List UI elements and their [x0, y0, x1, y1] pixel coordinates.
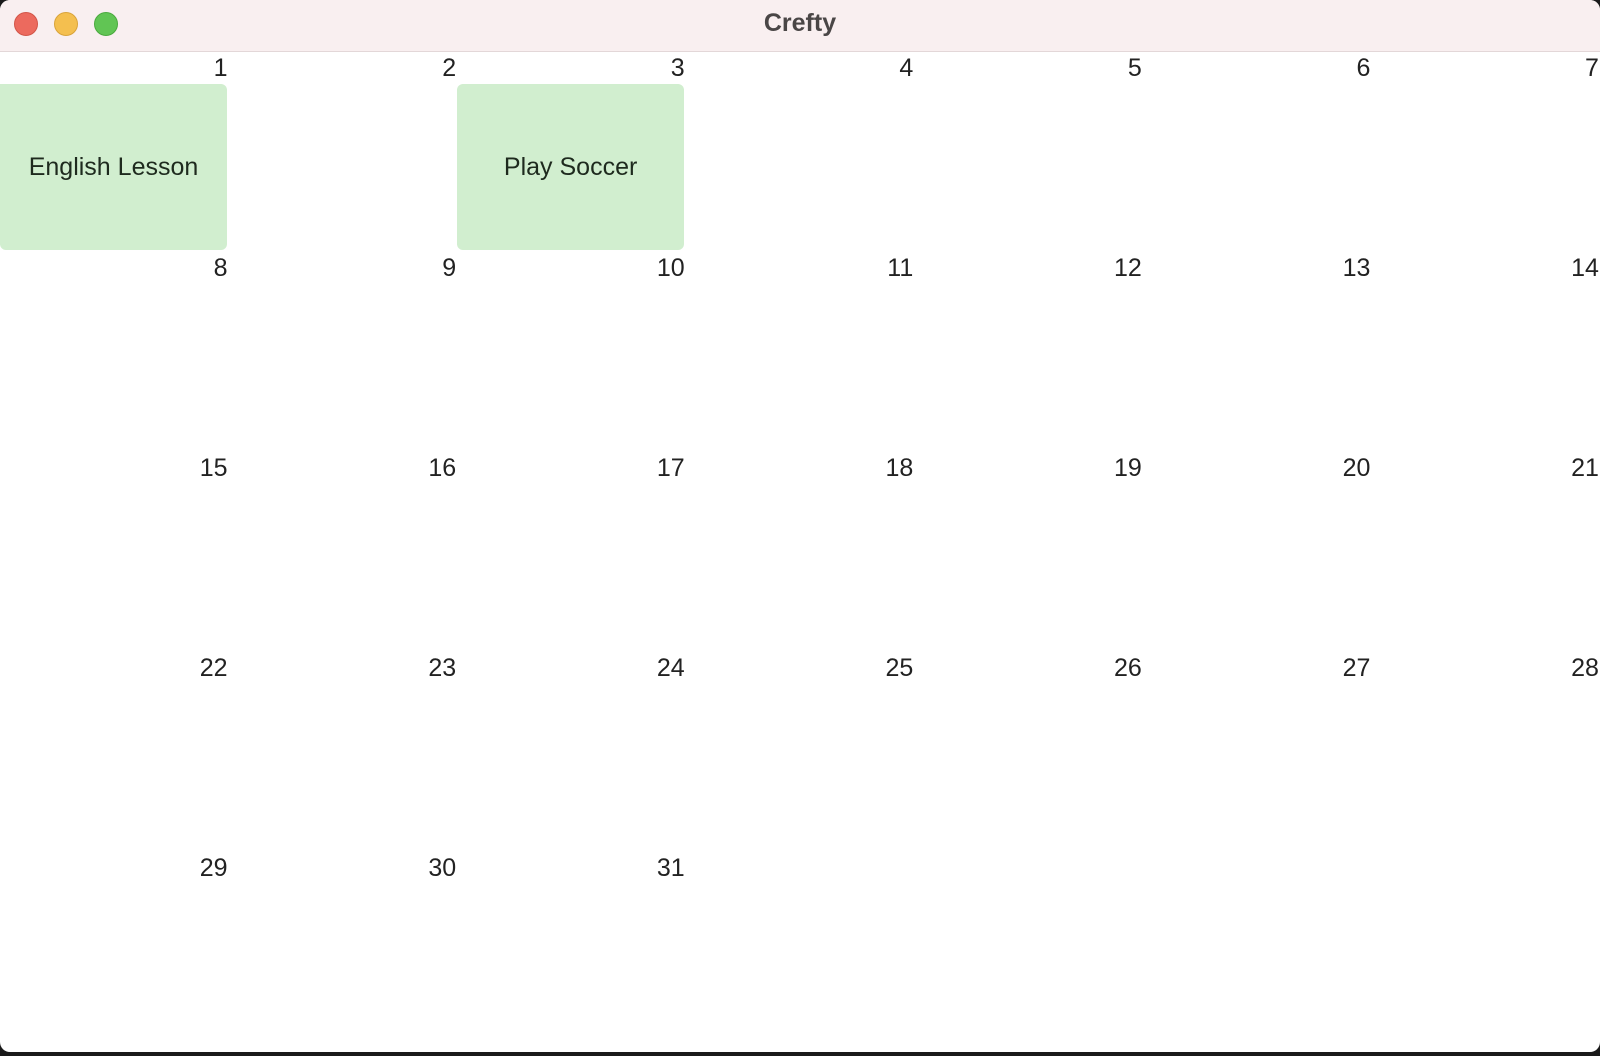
day-cell[interactable]: 24 — [457, 652, 686, 852]
day-number: 29 — [199, 854, 228, 882]
day-cell[interactable]: 25 — [686, 652, 915, 852]
day-cell[interactable]: 23 — [229, 652, 458, 852]
day-cell[interactable]: 5 — [914, 52, 1143, 252]
day-number: 27 — [1342, 654, 1371, 682]
day-number: 1 — [213, 54, 228, 82]
day-cell[interactable]: 18 — [686, 452, 915, 652]
day-cell[interactable]: 30 — [229, 852, 458, 1052]
day-number: 8 — [213, 254, 228, 282]
day-number: 7 — [1585, 54, 1599, 82]
titlebar: Crefty — [0, 0, 1600, 52]
day-number: 24 — [656, 654, 685, 682]
day-number: 12 — [1114, 254, 1142, 282]
day-number: 25 — [885, 654, 914, 682]
day-cell[interactable]: 17 — [457, 452, 686, 652]
day-cell[interactable]: 26 — [914, 652, 1143, 852]
empty-cell — [914, 852, 1143, 1052]
day-cell[interactable]: 15 — [0, 452, 229, 652]
day-cell[interactable]: 20 — [1143, 452, 1372, 652]
day-number: 21 — [1571, 454, 1599, 482]
day-cell[interactable]: 2 — [229, 52, 458, 252]
day-cell[interactable]: 9 — [229, 252, 458, 452]
day-cell[interactable]: 29 — [0, 852, 229, 1052]
window-title: Crefty — [763, 9, 837, 37]
day-number: 28 — [1571, 654, 1599, 682]
day-cell[interactable]: English Lesson 1 — [0, 52, 229, 252]
day-number: 16 — [428, 454, 457, 482]
empty-cell — [1371, 852, 1600, 1052]
day-number: 9 — [442, 254, 457, 282]
day-number: 30 — [428, 854, 457, 882]
day-number: 18 — [885, 454, 914, 482]
day-cell[interactable]: 8 — [0, 252, 229, 452]
day-number: 26 — [1114, 654, 1142, 682]
day-number: 15 — [199, 454, 228, 482]
day-number: 6 — [1356, 54, 1371, 82]
day-cell[interactable]: 13 — [1143, 252, 1372, 452]
day-number: 22 — [199, 654, 228, 682]
day-number: 5 — [1127, 54, 1142, 82]
day-cell[interactable]: 16 — [229, 452, 458, 652]
day-cell[interactable]: 11 — [686, 252, 915, 452]
empty-cell — [686, 852, 915, 1052]
day-cell[interactable]: 21 — [1371, 452, 1600, 652]
calendar-grid: English Lesson 1 2 Play Soccer 3 4 5 6 7… — [0, 52, 1600, 1052]
day-number: 2 — [442, 54, 457, 82]
day-cell[interactable]: 10 — [457, 252, 686, 452]
day-number: 14 — [1571, 254, 1599, 282]
day-number: 19 — [1114, 454, 1142, 482]
empty-cell — [1143, 852, 1372, 1052]
day-cell[interactable]: 28 — [1371, 652, 1600, 852]
app-window: Crefty English Lesson 1 2 Play Soccer 3 … — [0, 0, 1600, 1052]
day-number: 23 — [428, 654, 457, 682]
day-number: 13 — [1342, 254, 1371, 282]
day-cell[interactable]: 14 — [1371, 252, 1600, 452]
day-cell[interactable]: 31 — [457, 852, 686, 1052]
day-cell[interactable]: 22 — [0, 652, 229, 852]
day-cell[interactable]: 12 — [914, 252, 1143, 452]
day-number: 11 — [887, 254, 914, 282]
day-number: 31 — [656, 854, 685, 882]
day-cell[interactable]: 27 — [1143, 652, 1372, 852]
event-play-soccer[interactable]: Play Soccer — [457, 84, 685, 250]
day-number: 10 — [656, 254, 685, 282]
day-number: 17 — [656, 454, 685, 482]
day-cell[interactable]: 4 — [686, 52, 915, 252]
day-cell[interactable]: Play Soccer 3 — [457, 52, 686, 252]
day-number: 3 — [670, 54, 685, 82]
day-cell[interactable]: 6 — [1143, 52, 1372, 252]
day-number: 20 — [1342, 454, 1371, 482]
day-cell[interactable]: 19 — [914, 452, 1143, 652]
day-cell[interactable]: 7 — [1371, 52, 1600, 252]
event-english-lesson[interactable]: English Lesson — [0, 84, 227, 250]
day-number: 4 — [899, 54, 914, 82]
